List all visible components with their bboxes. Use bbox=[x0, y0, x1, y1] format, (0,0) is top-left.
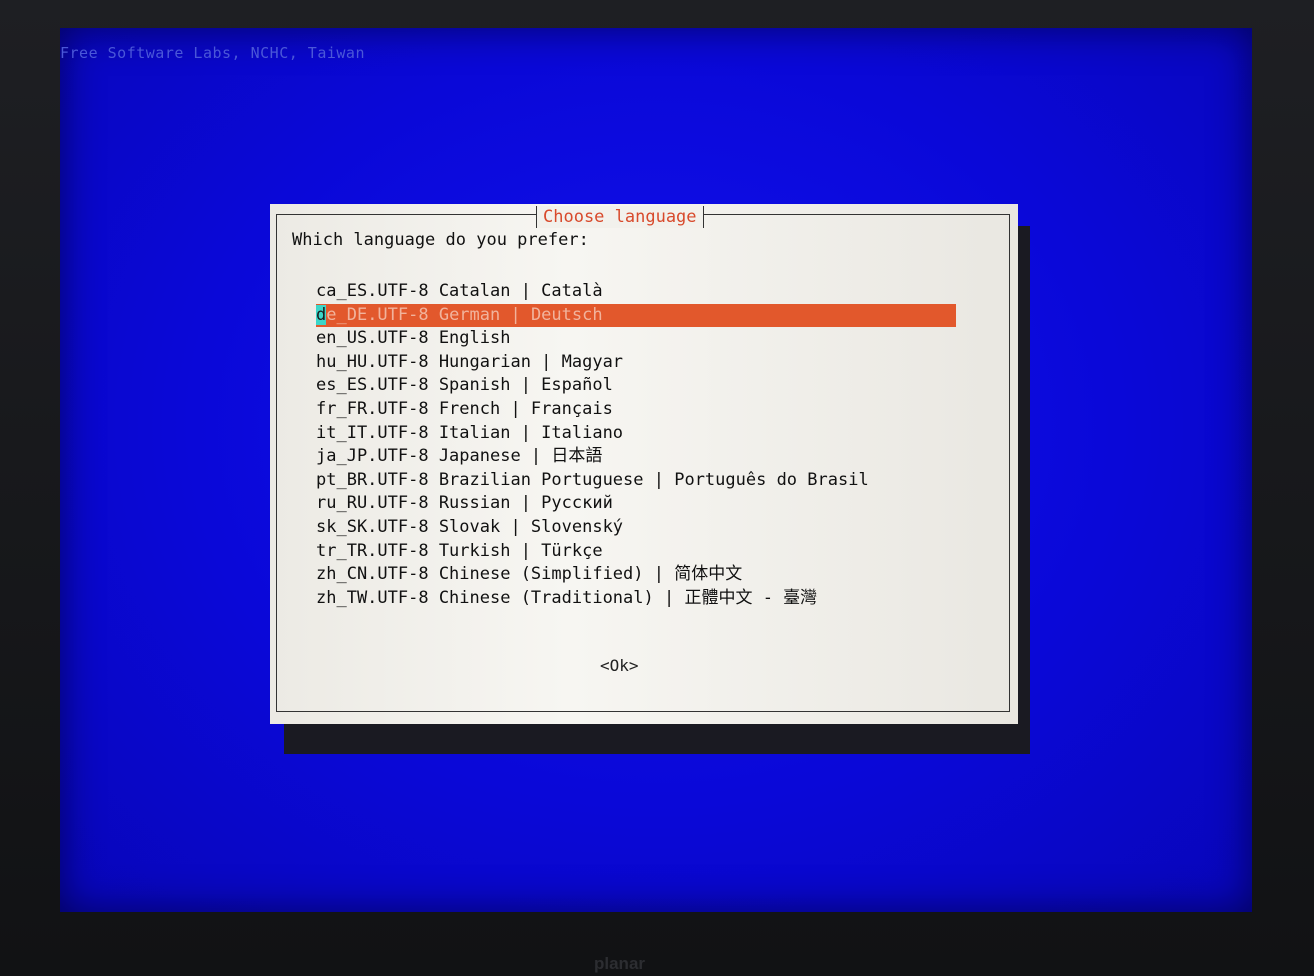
top-banner: Free Software Labs, NCHC, Taiwan bbox=[60, 44, 365, 62]
language-option-label: sk_SK.UTF-8 Slovak | Slovenský bbox=[316, 516, 624, 537]
language-option-label: zh_TW.UTF-8 Chinese (Traditional) | 正體中文… bbox=[316, 587, 818, 608]
monitor-brand-logo: planar bbox=[594, 954, 646, 973]
language-option[interactable]: ja_JP.UTF-8 Japanese | 日本語 bbox=[316, 445, 956, 469]
language-option[interactable]: hu_HU.UTF-8 Hungarian | Magyar bbox=[316, 351, 956, 375]
dialog-title: Choose language bbox=[536, 206, 704, 228]
dialog-prompt: Which language do you prefer: bbox=[292, 230, 589, 250]
language-option-label: es_ES.UTF-8 Spanish | Español bbox=[316, 375, 613, 396]
language-option[interactable]: en_US.UTF-8 English bbox=[316, 327, 956, 351]
language-option[interactable]: ru_RU.UTF-8 Russian | Русский bbox=[316, 492, 956, 516]
language-option-label: pt_BR.UTF-8 Brazilian Portuguese | Portu… bbox=[316, 469, 869, 490]
terminal-screen: Free Software Labs, NCHC, Taiwan Choose … bbox=[60, 28, 1252, 912]
language-option-label: ru_RU.UTF-8 Russian | Русский bbox=[316, 493, 613, 514]
language-option-label: ja_JP.UTF-8 Japanese | 日本語 bbox=[316, 446, 603, 467]
language-option-label-rest: e_DE.UTF-8 German | Deutsch bbox=[326, 304, 603, 325]
language-option-label: ca_ES.UTF-8 Catalan | Català bbox=[316, 281, 603, 301]
language-option-selected[interactable]: de_DE.UTF-8 German | Deutsch bbox=[316, 303, 956, 328]
language-option[interactable]: es_ES.UTF-8 Spanish | Español bbox=[316, 374, 956, 398]
language-option[interactable]: zh_TW.UTF-8 Chinese (Traditional) | 正體中文… bbox=[316, 587, 956, 611]
language-option[interactable]: sk_SK.UTF-8 Slovak | Slovenský bbox=[316, 516, 956, 540]
text-cursor: d bbox=[316, 304, 327, 325]
language-option[interactable]: tr_TR.UTF-8 Turkish | Türkçe bbox=[316, 540, 956, 564]
language-option-label: zh_CN.UTF-8 Chinese (Simplified) | 简体中文 bbox=[316, 564, 743, 585]
choose-language-dialog: Choose language Which language do you pr… bbox=[270, 204, 1018, 724]
language-option-label: en_US.UTF-8 English bbox=[316, 328, 511, 349]
language-option[interactable]: ca_ES.UTF-8 Catalan | Català bbox=[316, 280, 956, 304]
language-option-label: fr_FR.UTF-8 French | Français bbox=[316, 398, 613, 419]
language-list: ca_ES.UTF-8 Catalan | Català de_DE.UTF-8… bbox=[316, 280, 956, 610]
language-option[interactable]: pt_BR.UTF-8 Brazilian Portuguese | Portu… bbox=[316, 469, 956, 493]
language-option-label: it_IT.UTF-8 Italian | Italiano bbox=[316, 422, 624, 443]
language-option-label: tr_TR.UTF-8 Turkish | Türkçe bbox=[316, 540, 603, 561]
language-option[interactable]: it_IT.UTF-8 Italian | Italiano bbox=[316, 422, 956, 446]
language-option[interactable]: zh_CN.UTF-8 Chinese (Simplified) | 简体中文 bbox=[316, 563, 956, 587]
ok-button[interactable]: <Ok> bbox=[600, 656, 639, 675]
language-option-label: hu_HU.UTF-8 Hungarian | Magyar bbox=[316, 351, 624, 372]
language-option[interactable]: fr_FR.UTF-8 French | Français bbox=[316, 398, 956, 422]
